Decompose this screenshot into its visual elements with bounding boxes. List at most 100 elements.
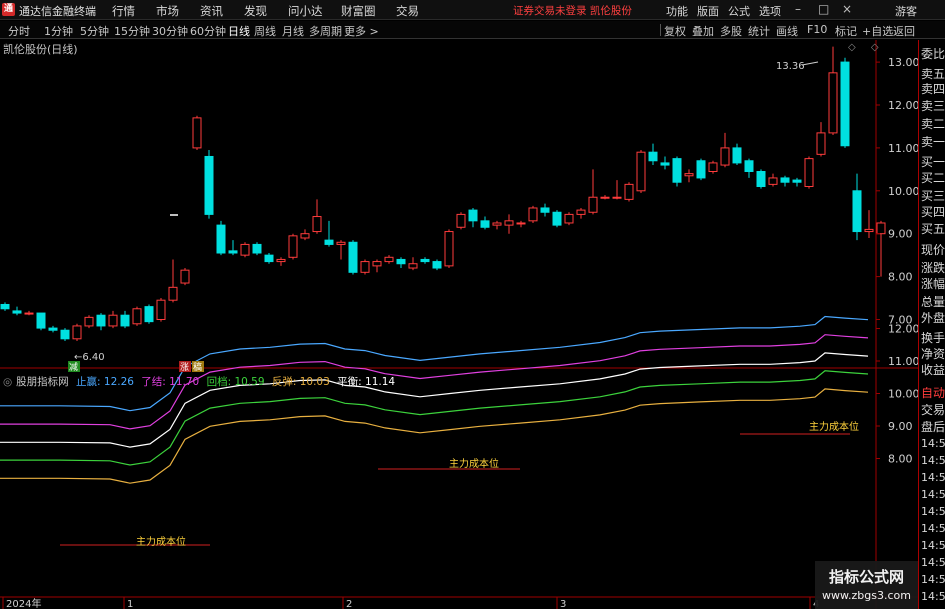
candle-body — [480, 220, 490, 228]
tick-time: 14:56 — [921, 523, 945, 534]
candle-body — [240, 243, 250, 256]
indicator-name[interactable]: 股朋指标网 — [16, 376, 69, 388]
candle-body — [336, 241, 346, 245]
period-30min[interactable]: 30分钟 — [152, 23, 188, 39]
candle-body — [192, 117, 202, 149]
candle-body — [288, 235, 298, 258]
side-item-auto[interactable]: 自动 — [921, 387, 945, 399]
side-item-bid5[interactable]: 买五 — [921, 223, 945, 235]
tick-time: 14:56 — [921, 540, 945, 551]
side-item-earnings[interactable]: 收益 — [921, 364, 945, 376]
side-item-outer-disk[interactable]: 外盘 — [921, 312, 945, 324]
tool-add-favorite[interactable]: +自选 — [862, 23, 893, 39]
candle-body — [372, 261, 382, 267]
side-item-ask1[interactable]: 卖一 — [921, 136, 945, 148]
menu-item-news[interactable]: 资讯 — [200, 3, 223, 19]
side-item-ask4[interactable]: 卖四 — [921, 83, 945, 95]
candle-body — [804, 158, 814, 188]
menu-item-market[interactable]: 市场 — [156, 3, 179, 19]
side-item-price[interactable]: 现价 — [921, 244, 945, 256]
chart-canvas[interactable]: 13.0012.0011.0010.009.008.007.00 主力成本位主力… — [0, 40, 918, 609]
tool-stats[interactable]: 统计 — [748, 23, 770, 39]
menu-item-discover[interactable]: 发现 — [244, 3, 267, 19]
menu-item-quotes[interactable]: 行情 — [112, 3, 135, 19]
kline-group — [0, 46, 886, 341]
candle-body — [144, 306, 154, 323]
tool-overlay[interactable]: 叠加 — [692, 23, 714, 39]
menu-item-layout[interactable]: 版面 — [697, 3, 719, 19]
tick-time: 14:56 — [921, 591, 945, 602]
menu-item-ask[interactable]: 问小达 — [288, 3, 323, 19]
guest-label[interactable]: 游客 — [895, 3, 917, 19]
candle-body — [732, 147, 742, 164]
close-icon[interactable]: × — [842, 2, 852, 16]
date-tick-label: 1 — [127, 599, 133, 609]
candle-body — [180, 269, 190, 284]
maximize-icon[interactable]: □ — [818, 2, 829, 16]
chart-title: 凯伦股份(日线) — [3, 43, 78, 56]
period-weekly[interactable]: 周线 — [254, 23, 276, 39]
side-item-ask5[interactable]: 卖五 — [921, 68, 945, 80]
candle-body — [708, 162, 718, 172]
minimize-icon[interactable]: – — [795, 2, 801, 16]
watermark: 指标公式网 www.zbgs3.com — [815, 561, 918, 609]
tool-draw[interactable]: 画线 — [776, 23, 798, 39]
side-item-change[interactable]: 涨跌 — [921, 262, 945, 274]
menu-item-wealth[interactable]: 财富圈 — [341, 3, 376, 19]
gold-marker-label: 稿 — [193, 361, 202, 373]
candle-body — [876, 222, 886, 235]
candle-body — [84, 316, 94, 327]
side-item-turnover[interactable]: 换手 — [921, 332, 945, 344]
period-multi[interactable]: 多周期 — [309, 23, 342, 39]
candle-body — [864, 228, 874, 233]
candle-body — [780, 177, 790, 183]
date-tick-label: 2 — [346, 599, 352, 609]
candle-body — [300, 233, 310, 239]
side-item-bid2[interactable]: 买二 — [921, 172, 945, 184]
candle-body — [564, 213, 574, 224]
side-item-volume[interactable]: 总量 — [921, 296, 945, 308]
menu-item-trade[interactable]: 交易 — [396, 3, 419, 19]
period-1min[interactable]: 1分钟 — [44, 23, 73, 39]
period-more[interactable]: 更多 > — [344, 23, 379, 39]
side-item-bid4[interactable]: 买四 — [921, 206, 945, 218]
tool-adjust[interactable]: 复权 — [664, 23, 686, 39]
login-notice[interactable]: 证券交易未登录 凯伦股份 — [513, 3, 632, 18]
side-item-bid1[interactable]: 买一 — [921, 156, 945, 168]
menu-item-formula[interactable]: 公式 — [728, 3, 750, 19]
side-item-ask2[interactable]: 卖二 — [921, 118, 945, 130]
period-60min[interactable]: 60分钟 — [190, 23, 226, 39]
side-item-ask3[interactable]: 卖三 — [921, 100, 945, 112]
period-5min[interactable]: 5分钟 — [80, 23, 109, 39]
tool-mark[interactable]: 标记 — [835, 23, 857, 39]
side-item-bid3[interactable]: 买三 — [921, 190, 945, 202]
period-daily[interactable]: 日线 — [228, 23, 250, 39]
candle-body — [396, 258, 406, 265]
side-item-commission-ratio[interactable]: 委比 — [921, 48, 945, 60]
menu-item-function[interactable]: 功能 — [666, 3, 688, 19]
candle-body — [828, 72, 838, 134]
chart-options-icon[interactable]: ◇ ◇ — [848, 42, 885, 53]
side-item-net-asset[interactable]: 净资 — [921, 348, 945, 360]
tick-time: 14:56 — [921, 438, 945, 449]
indicator-value-close-out: 了结: 11.70 — [141, 376, 200, 388]
price-tick-label: 8.00 — [888, 271, 913, 284]
side-item-after-hours[interactable]: 盘后 — [921, 421, 945, 433]
tool-multistock[interactable]: 多股 — [720, 23, 742, 39]
indicator-collapse-icon[interactable]: ◎ — [3, 376, 12, 388]
menu-item-options[interactable]: 选项 — [759, 3, 781, 19]
tool-back[interactable]: 返回 — [893, 23, 915, 39]
tool-f10[interactable]: F10 — [807, 23, 827, 36]
side-item-trade[interactable]: 交易 — [921, 404, 945, 416]
side-item-change-pct[interactable]: 涨幅 — [921, 278, 945, 290]
candle-body — [108, 314, 118, 327]
candle-body — [792, 179, 802, 183]
candle-body — [324, 239, 334, 245]
cost-level-label: 主力成本位 — [809, 420, 859, 433]
period-timeshare[interactable]: 分时 — [8, 23, 30, 39]
period-15min[interactable]: 15分钟 — [114, 23, 150, 39]
period-monthly[interactable]: 月线 — [282, 23, 304, 39]
candle-body — [360, 261, 370, 273]
cost-level-label: 主力成本位 — [136, 535, 186, 548]
candle-body — [552, 211, 562, 226]
